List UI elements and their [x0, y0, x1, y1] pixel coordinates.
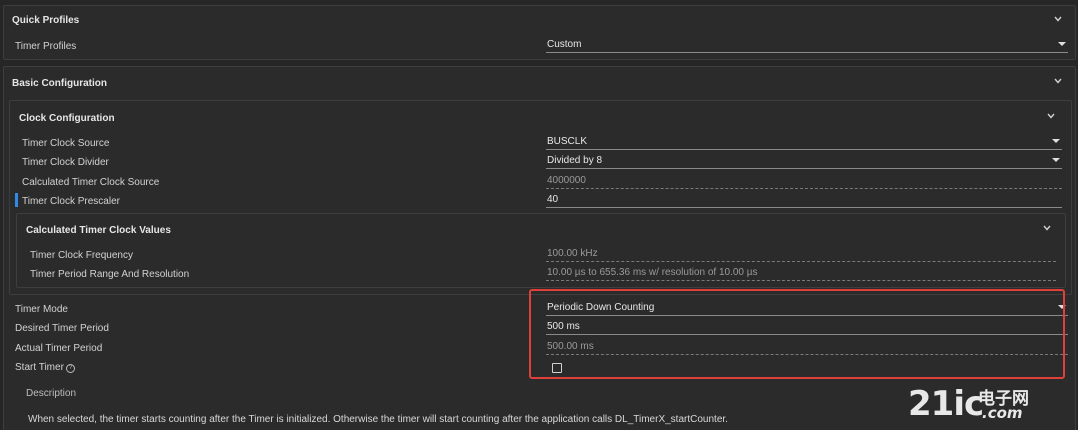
- actual-period-label: Actual Timer Period: [15, 343, 103, 354]
- watermark-domain: .com: [982, 404, 1023, 422]
- calc-clock-source-value: 4000000: [547, 175, 586, 186]
- calc-clock-source-field: 4000000: [546, 175, 1062, 189]
- description-text: When selected, the timer starts counting…: [28, 414, 728, 425]
- frequency-value: 100.00 kHz: [547, 248, 598, 259]
- quick-profiles-panel: Quick Profiles Timer Profiles Custom: [3, 5, 1076, 60]
- period-range-field: 10.00 µs to 655.36 ms w/ resolution of 1…: [546, 267, 1056, 281]
- period-range-value: 10.00 µs to 655.36 ms w/ resolution of 1…: [547, 267, 758, 278]
- help-icon[interactable]: ?: [66, 364, 75, 373]
- frequency-field: 100.00 kHz: [546, 248, 1056, 262]
- clock-configuration-title[interactable]: Clock Configuration: [19, 113, 115, 124]
- frequency-label: Timer Clock Frequency: [30, 250, 133, 261]
- highlight-box: [529, 289, 1065, 379]
- desired-period-label: Desired Timer Period: [15, 323, 109, 334]
- start-timer-label: Start Timer: [15, 362, 64, 373]
- calc-clock-source-label: Calculated Timer Clock Source: [22, 177, 160, 188]
- watermark-brand: 21ic: [908, 384, 984, 424]
- prescaler-value: 40: [547, 194, 559, 205]
- dropdown-arrow-icon: [1052, 158, 1060, 162]
- timer-profiles-select[interactable]: Custom: [546, 39, 1068, 53]
- clock-divider-value: Divided by 8: [547, 155, 603, 166]
- prescaler-label: Timer Clock Prescaler: [22, 196, 120, 207]
- dropdown-arrow-icon: [1058, 42, 1066, 46]
- period-range-label: Timer Period Range And Resolution: [30, 269, 190, 280]
- chevron-down-icon[interactable]: [1053, 14, 1063, 24]
- calculated-values-title[interactable]: Calculated Timer Clock Values: [26, 225, 171, 236]
- description-title: Description: [26, 388, 77, 399]
- timer-mode-label: Timer Mode: [15, 304, 68, 315]
- clock-divider-label: Timer Clock Divider: [22, 157, 109, 168]
- active-row-indicator: [15, 193, 18, 207]
- clock-divider-select[interactable]: Divided by 8: [546, 155, 1062, 169]
- prescaler-input[interactable]: 40: [546, 194, 1062, 208]
- quick-profiles-title[interactable]: Quick Profiles: [12, 15, 79, 26]
- timer-profiles-value: Custom: [547, 39, 582, 50]
- chevron-down-icon[interactable]: [1046, 111, 1056, 121]
- basic-configuration-title[interactable]: Basic Configuration: [12, 78, 107, 89]
- dropdown-arrow-icon: [1052, 139, 1060, 143]
- chevron-down-icon[interactable]: [1042, 223, 1052, 233]
- clock-source-select[interactable]: BUSCLK: [546, 136, 1062, 150]
- watermark-logo: 21ic 电子网 .com: [908, 384, 1068, 424]
- timer-profiles-label: Timer Profiles: [15, 41, 77, 52]
- clock-source-label: Timer Clock Source: [22, 138, 110, 149]
- clock-source-value: BUSCLK: [547, 136, 588, 147]
- chevron-down-icon[interactable]: [1053, 76, 1063, 86]
